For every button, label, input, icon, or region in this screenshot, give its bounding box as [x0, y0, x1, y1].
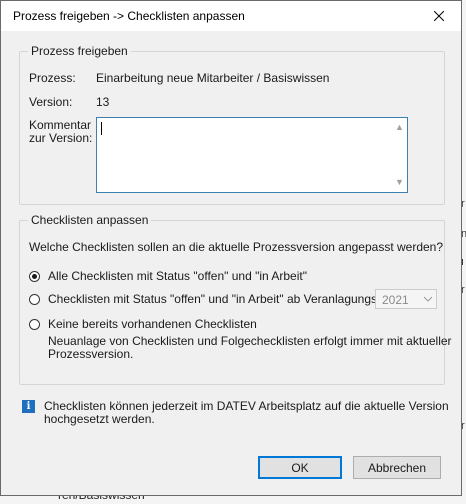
radio-option-all[interactable]: Alle Checklisten mit Status "offen" und … — [29, 269, 307, 283]
checklist-group-legend: Checklisten anpassen — [28, 213, 152, 227]
scroll-up-icon[interactable]: ▲ — [395, 123, 404, 132]
option-none-note: Neuanlage von Checklisten und Folgecheck… — [48, 334, 452, 348]
info-text: Checklisten können jederzeit im DATEV Ar… — [44, 399, 449, 413]
year-select-value: 2021 — [382, 293, 409, 307]
radio-option-year-label: Checklisten mit Status "offen" und "in A… — [48, 292, 401, 306]
release-process-dialog: Prozess freigeben -> Checklisten anpasse… — [0, 0, 462, 496]
radio-option-year[interactable]: Checklisten mit Status "offen" und "in A… — [29, 292, 400, 306]
radio-button-checked[interactable] — [29, 270, 40, 282]
year-select[interactable]: 2021 — [375, 289, 437, 309]
release-group-legend: Prozess freigeben — [28, 44, 131, 58]
cancel-button[interactable]: Abbrechen — [353, 456, 441, 479]
checklist-question: Welche Checklisten sollen an die aktuell… — [29, 240, 444, 254]
scroll-down-icon[interactable]: ▼ — [395, 178, 404, 187]
radio-option-none-label: Keine bereits vorhandenen Checklisten — [48, 317, 257, 331]
radio-button[interactable] — [29, 293, 40, 305]
close-button[interactable] — [417, 1, 461, 31]
version-label: Version: — [29, 95, 73, 109]
text-caret — [101, 122, 102, 135]
radio-button[interactable] — [29, 318, 40, 330]
comment-textarea[interactable]: ▲ ▼ — [96, 117, 408, 193]
info-text-line2: hochgesetzt werden. — [44, 412, 155, 426]
comment-label: Kommentar — [29, 118, 92, 132]
close-icon — [434, 11, 444, 21]
version-value: 13 — [96, 95, 110, 109]
title-bar: Prozess freigeben -> Checklisten anpasse… — [1, 1, 461, 31]
radio-option-none[interactable]: Keine bereits vorhandenen Checklisten — [29, 317, 257, 331]
ok-button[interactable]: OK — [258, 456, 342, 479]
info-icon: i — [22, 400, 35, 413]
comment-scrollbar[interactable]: ▲ ▼ — [392, 118, 407, 192]
option-none-note-line2: Prozessversion. — [48, 347, 134, 361]
window-title: Prozess freigeben -> Checklisten anpasse… — [13, 9, 245, 23]
radio-option-all-label: Alle Checklisten mit Status "offen" und … — [48, 269, 307, 283]
process-value: Einarbeitung neue Mitarbeiter / Basiswis… — [96, 71, 330, 85]
comment-label-line2: zur Version: — [29, 131, 93, 145]
process-label: Prozess: — [29, 71, 76, 85]
chevron-down-icon — [423, 296, 433, 302]
